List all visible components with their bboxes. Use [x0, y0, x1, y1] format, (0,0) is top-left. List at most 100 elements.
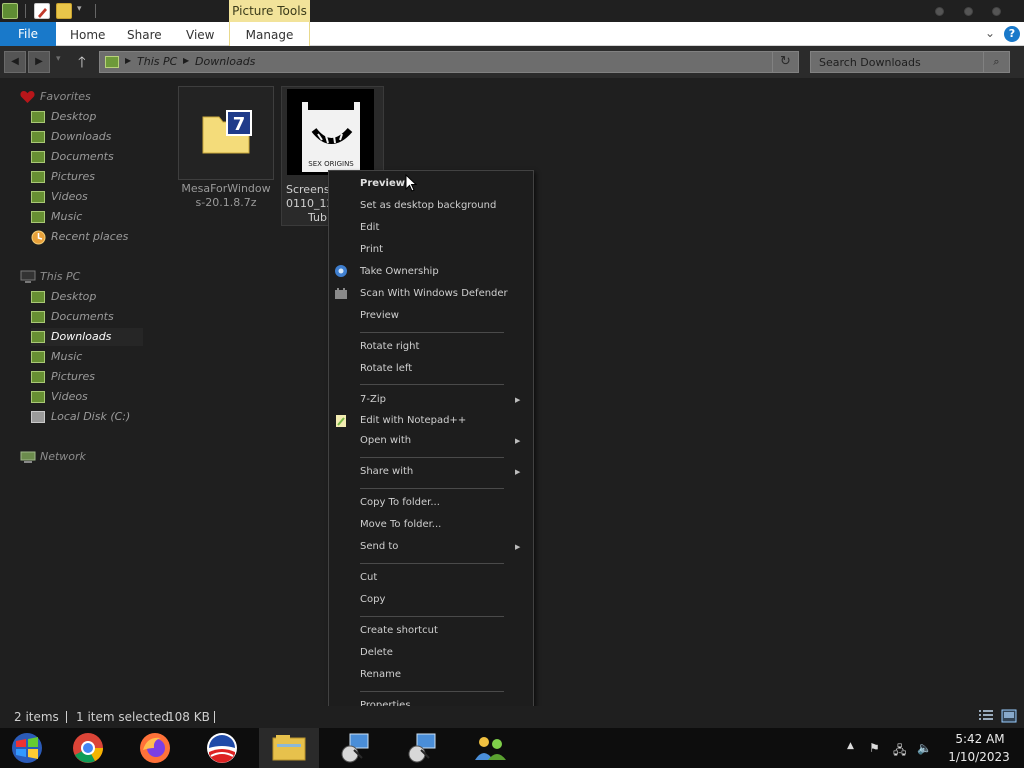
expand-ribbon-icon[interactable]: ⌄ [985, 26, 995, 40]
search-input[interactable]: Search Downloads ⌕ [810, 51, 1010, 73]
toolbar-divider [95, 4, 96, 18]
sidebar-this-pc[interactable]: This PC [20, 268, 160, 286]
search-placeholder: Search Downloads [819, 56, 921, 69]
customize-qat-icon[interactable]: ▾ [77, 4, 82, 14]
7zip-archive-icon: 7 [202, 110, 252, 154]
sidebar-item-documents[interactable]: Documents [31, 308, 151, 326]
action-center-flag-icon[interactable]: ⚑ [869, 741, 880, 755]
sidebar-item-fav-pictures[interactable]: Pictures [31, 168, 151, 186]
volume-icon[interactable]: 🔈 [917, 741, 932, 755]
large-icons-view-icon[interactable] [1001, 709, 1017, 723]
sidebar-item-music[interactable]: Music [31, 348, 151, 366]
minimize-button[interactable] [935, 7, 944, 16]
menu-item-delete[interactable]: Delete [360, 643, 393, 663]
menu-item-cut[interactable]: Cut [360, 568, 377, 588]
sidebar-item-fav-documents[interactable]: Documents [31, 148, 151, 166]
sidebar-item-local-disk[interactable]: Local Disk (C:) [31, 408, 161, 426]
up-button[interactable]: 🡑 [78, 52, 86, 77]
breadcrumb-downloads[interactable]: Downloads [195, 55, 255, 68]
menu-item-preview[interactable]: Preview [360, 306, 399, 326]
taskbar-network-install[interactable] [326, 728, 386, 768]
chrome-icon [73, 733, 103, 763]
file-item[interactable]: 7 MesaForWindow s-20.1.8.7z [178, 86, 274, 216]
close-button[interactable] [992, 7, 1001, 16]
tab-view[interactable]: View [186, 22, 214, 46]
folder-icon [31, 171, 45, 183]
notepad-plus-plus-icon [336, 415, 346, 427]
breadcrumb-arrow-icon[interactable]: ▶ [183, 56, 189, 65]
menu-item-edit-notepad-plus-plus[interactable]: Edit with Notepad++ [360, 411, 466, 431]
sidebar-item-desktop[interactable]: Desktop [31, 288, 151, 306]
menu-item-print[interactable]: Print [360, 240, 383, 260]
menu-item-rename[interactable]: Rename [360, 665, 401, 685]
tab-share[interactable]: Share [127, 22, 162, 46]
menu-item-set-desktop-background[interactable]: Set as desktop background [360, 196, 496, 216]
menu-item-7zip[interactable]: 7-Zip [360, 390, 386, 410]
tab-manage[interactable]: Manage [229, 22, 310, 46]
sidebar-item-fav-desktop[interactable]: Desktop [31, 108, 151, 126]
menu-separator [360, 691, 504, 692]
properties-icon[interactable] [34, 3, 50, 19]
maximize-button[interactable] [964, 7, 973, 16]
details-view-icon[interactable] [978, 709, 994, 723]
folder-icon [31, 371, 45, 383]
taskbar-file-explorer[interactable] [259, 728, 319, 768]
sidebar-network[interactable]: Network [20, 448, 160, 466]
taskbar-firefox[interactable] [125, 728, 185, 768]
menu-separator [360, 616, 504, 617]
navigation-pane: Favorites Desktop Downloads Documents Pi… [0, 78, 168, 698]
menu-item-create-shortcut[interactable]: Create shortcut [360, 621, 438, 641]
refresh-button[interactable]: ↻ [772, 52, 798, 72]
menu-item-move-to-folder[interactable]: Move To folder... [360, 515, 441, 535]
firefox-icon [140, 733, 170, 763]
sidebar-item-fav-music[interactable]: Music [31, 208, 151, 226]
taskbar-users[interactable] [460, 728, 520, 768]
breadcrumb-arrow-icon[interactable]: ▶ [125, 56, 131, 65]
menu-item-scan-defender[interactable]: Scan With Windows Defender [360, 284, 508, 304]
start-button[interactable] [0, 728, 56, 768]
network-install-icon [341, 733, 369, 763]
show-hidden-icons-icon[interactable]: ▲ [847, 741, 854, 751]
sidebar-item-fav-recent-places[interactable]: Recent places [31, 228, 161, 246]
folder-icon [31, 331, 45, 343]
sidebar-item-pictures[interactable]: Pictures [31, 368, 151, 386]
back-button[interactable]: ◀ [4, 51, 26, 73]
menu-item-rotate-left[interactable]: Rotate left [360, 359, 412, 379]
clock-time[interactable]: 5:42 AM [950, 732, 1010, 746]
sidebar-item-videos[interactable]: Videos [31, 388, 151, 406]
drive-icon [31, 411, 45, 423]
menu-item-share-with[interactable]: Share with [360, 462, 413, 482]
network-status-icon[interactable]: 🖧 [893, 741, 906, 762]
picture-tools-label: Picture Tools [229, 0, 310, 22]
taskbar-obama-logo[interactable] [192, 728, 252, 768]
menu-item-copy[interactable]: Copy [360, 590, 385, 610]
sidebar-item-fav-videos[interactable]: Videos [31, 188, 151, 206]
menu-item-edit[interactable]: Edit [360, 218, 379, 238]
recent-locations-icon[interactable]: ▾ [56, 54, 61, 64]
breadcrumb-this-pc[interactable]: This PC [137, 55, 177, 68]
status-item-count: 2 items [14, 710, 59, 724]
obama-logo-icon [207, 733, 237, 763]
explorer-app-icon[interactable] [2, 3, 18, 19]
new-folder-icon[interactable] [56, 3, 72, 19]
submenu-arrow-icon: ▶ [515, 396, 521, 404]
taskbar-network-install-2[interactable] [393, 728, 453, 768]
taskbar-chrome[interactable] [58, 728, 118, 768]
menu-item-preview-default[interactable]: Preview [360, 174, 405, 194]
forward-button[interactable]: ▶ [28, 51, 50, 73]
sidebar-favorites[interactable]: Favorites [20, 88, 160, 106]
sidebar-item-downloads[interactable]: Downloads [31, 328, 143, 346]
tab-file[interactable]: File [0, 22, 56, 46]
sidebar-item-fav-downloads[interactable]: Downloads [31, 128, 151, 146]
tab-home[interactable]: Home [70, 22, 105, 46]
clock-date[interactable]: 1/10/2023 [946, 750, 1012, 764]
context-menu: Preview Set as desktop background Edit P… [328, 170, 534, 718]
address-bar[interactable]: ▶ This PC ▶ Downloads ↻ [99, 51, 799, 73]
menu-item-open-with[interactable]: Open with [360, 431, 411, 451]
menu-item-copy-to-folder[interactable]: Copy To folder... [360, 493, 440, 513]
menu-item-send-to[interactable]: Send to [360, 537, 398, 557]
search-icon[interactable]: ⌕ [983, 52, 1009, 72]
help-icon[interactable]: ? [1004, 26, 1020, 42]
menu-item-rotate-right[interactable]: Rotate right [360, 337, 419, 357]
menu-item-take-ownership[interactable]: Take Ownership [360, 262, 439, 282]
